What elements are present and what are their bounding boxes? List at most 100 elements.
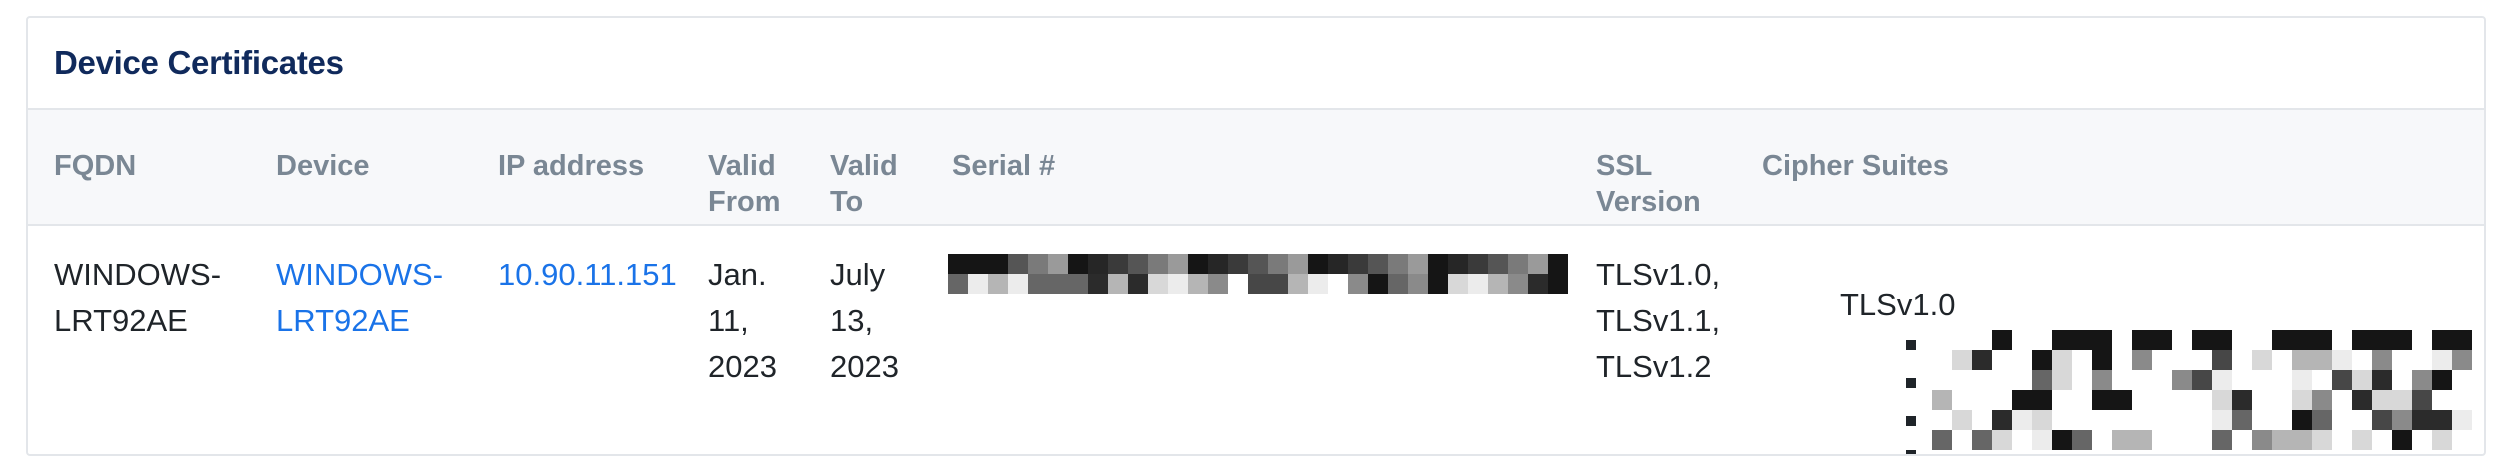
redaction-pixel <box>1208 254 1228 274</box>
redaction-pixel <box>1448 254 1468 274</box>
redaction-pixel <box>1068 274 1088 294</box>
column-header-ip-address[interactable]: IP address <box>498 148 644 184</box>
redaction-pixel <box>1448 274 1468 294</box>
redaction-pixel <box>2012 410 2032 430</box>
redaction-pixel <box>1148 254 1168 274</box>
column-header-valid-to[interactable]: Valid To <box>830 148 898 220</box>
redaction-pixel <box>948 254 968 274</box>
redaction-pixel <box>1308 274 1328 294</box>
redaction-pixel <box>2432 370 2452 390</box>
redaction-pixel <box>1528 254 1548 274</box>
redaction-pixel <box>2292 430 2312 450</box>
cell-valid-to: July 13, 2023 <box>830 257 899 384</box>
redaction-pixel <box>2392 430 2412 450</box>
redaction-pixel <box>2012 390 2032 410</box>
redaction-pixel <box>1148 274 1168 294</box>
cell-device-link[interactable]: WINDOWS- LRT92AE <box>276 252 443 344</box>
redaction-pixel <box>1028 254 1048 274</box>
redaction-pixel <box>2292 410 2312 430</box>
redaction-pixel <box>1368 254 1388 274</box>
cell-ssl-version: TLSv1.0, TLSv1.1, TLSv1.2 <box>1596 257 1721 384</box>
redaction-pixel <box>1528 274 1548 294</box>
redaction-pixel <box>2412 390 2432 410</box>
column-header-cipher-suites[interactable]: Cipher Suites <box>1762 148 1949 184</box>
redaction-pixel <box>2052 350 2072 370</box>
redaction-pixel <box>2092 370 2112 390</box>
redaction-pixel <box>2292 350 2312 370</box>
column-header-valid-from[interactable]: Valid From <box>708 148 781 220</box>
redaction-pixel <box>2092 350 2112 370</box>
redaction-pixel <box>1008 274 1028 294</box>
redaction-pixel <box>2372 390 2392 410</box>
redaction-pixel <box>2312 410 2332 430</box>
redaction-pixel <box>2332 370 2352 390</box>
redaction-pixel <box>2372 410 2392 430</box>
redaction-pixel <box>2412 410 2432 430</box>
redaction-pixel <box>1508 274 1528 294</box>
redaction-pixel <box>2232 410 2252 430</box>
redaction-pixel <box>2092 330 2112 350</box>
redaction-pixel <box>1208 274 1228 294</box>
redaction-pixel <box>1992 430 2012 450</box>
redaction-pixel <box>1288 274 1308 294</box>
redaction-pixel <box>2452 330 2472 350</box>
redaction-pixel <box>1028 274 1048 294</box>
redaction-pixel <box>1428 274 1448 294</box>
redaction-pixel <box>1168 254 1188 274</box>
redaction-pixel <box>2352 430 2372 450</box>
column-header-fqdn[interactable]: FQDN <box>54 148 136 184</box>
redaction-pixel <box>2112 430 2132 450</box>
redaction-pixel <box>2352 330 2372 350</box>
redaction-pixel <box>1348 254 1368 274</box>
column-header-device[interactable]: Device <box>276 148 370 184</box>
redaction-pixel <box>1048 274 1068 294</box>
redaction-pixel <box>2072 430 2092 450</box>
redaction-pixel <box>2432 330 2452 350</box>
column-header-serial[interactable]: Serial # <box>952 148 1055 184</box>
cipher-pixel-block <box>1932 330 2482 454</box>
redaction-pixel <box>2252 430 2272 450</box>
redaction-pixel <box>968 274 988 294</box>
redaction-pixel <box>2392 390 2412 410</box>
redaction-pixel <box>2132 430 2152 450</box>
redaction-pixel <box>1468 254 1488 274</box>
cipher-suites-cell: TLSv1.0 <box>1762 268 2482 454</box>
redaction-pixel <box>1488 254 1508 274</box>
redaction-pixel <box>1008 254 1028 274</box>
redaction-pixel <box>2452 350 2472 370</box>
redaction-pixel <box>1972 350 1992 370</box>
redaction-pixel <box>2032 430 2052 450</box>
redaction-pixel <box>2272 430 2292 450</box>
redaction-pixel <box>1548 274 1568 294</box>
redaction-pixel <box>2452 410 2472 430</box>
redaction-pixel <box>2212 370 2232 390</box>
redaction-pixel <box>1268 274 1288 294</box>
redaction-pixel <box>1108 254 1128 274</box>
redaction-pixel <box>1248 254 1268 274</box>
column-header-ssl-version[interactable]: SSL Version <box>1596 148 1701 220</box>
redaction-pixel <box>968 254 988 274</box>
redaction-pixel <box>1468 274 1488 294</box>
redaction-pixel <box>1408 254 1428 274</box>
redaction-pixel <box>2292 330 2312 350</box>
redaction-pixel <box>2352 370 2372 390</box>
redaction-pixel <box>2092 390 2112 410</box>
cell-valid-from: Jan. 11, 2023 <box>708 257 777 384</box>
redaction-pixel <box>2052 430 2072 450</box>
redaction-pixel <box>1952 410 1972 430</box>
redaction-pixel <box>2052 370 2072 390</box>
redaction-pixel <box>2272 330 2292 350</box>
device-certificates-card: Device Certificates FQDN Device IP addre… <box>26 16 2486 456</box>
redaction-pixel <box>1348 274 1368 294</box>
redaction-pixel <box>2212 430 2232 450</box>
redaction-pixel <box>1548 254 1568 274</box>
redaction-pixel <box>2232 390 2252 410</box>
cell-ip-address-link[interactable]: 10.90.11.151 <box>498 252 677 298</box>
redaction-pixel <box>988 254 1008 274</box>
redaction-pixel <box>2032 410 2052 430</box>
redaction-pixel <box>1228 254 1248 274</box>
redaction-pixel <box>1932 430 1952 450</box>
redaction-pixel <box>2312 430 2332 450</box>
redaction-pixel <box>1308 254 1328 274</box>
redaction-pixel <box>1972 430 1992 450</box>
